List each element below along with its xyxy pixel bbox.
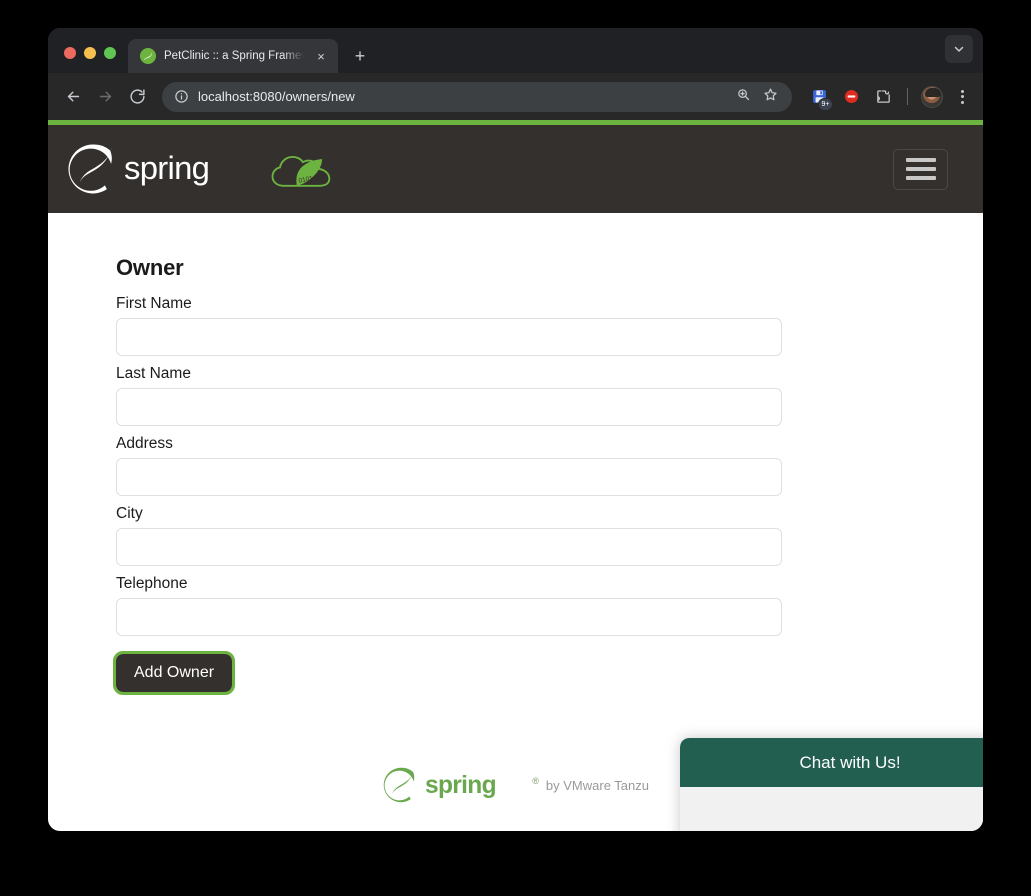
close-tab-button[interactable]: ×	[312, 47, 330, 65]
footer-trademark: ®	[532, 776, 539, 786]
info-circle-icon[interactable]	[174, 89, 189, 104]
close-window-button[interactable]	[64, 47, 76, 59]
spring-leaf-logo	[66, 142, 120, 196]
arrow-right-icon[interactable]	[90, 82, 120, 112]
form-group-address: Address	[116, 435, 983, 496]
chat-widget[interactable]: Chat with Us!	[680, 738, 983, 831]
extensions-puzzle-icon[interactable]	[872, 86, 894, 108]
first-name-input[interactable]	[116, 318, 782, 356]
search-zoom-icon[interactable]	[736, 87, 751, 107]
hamburger-menu-icon[interactable]	[893, 148, 948, 190]
spring-brand-logo[interactable]: spring 0101	[66, 142, 338, 196]
footer-spring-logo: spring ®	[382, 766, 539, 804]
form-group-first-name: First Name	[116, 295, 983, 356]
minimize-window-button[interactable]	[84, 47, 96, 59]
adblock-icon[interactable]	[840, 86, 862, 108]
first-name-label: First Name	[116, 295, 192, 312]
save-extension-badge: 9+	[818, 97, 833, 111]
telephone-input[interactable]	[116, 598, 782, 636]
footer-wordmark: spring	[425, 770, 527, 800]
save-extension-icon[interactable]: 9+	[808, 86, 833, 111]
address-bar[interactable]: localhost:8080/owners/new	[162, 81, 792, 112]
spring-cloud-logo: 0101	[266, 144, 338, 194]
page-viewport: spring 0101 Owner First Name Last Name A…	[48, 120, 983, 831]
form-group-last-name: Last Name	[116, 365, 983, 426]
window-controls	[48, 47, 128, 73]
last-name-label: Last Name	[116, 365, 191, 382]
form-group-telephone: Telephone	[116, 575, 983, 636]
spring-wordmark: spring	[124, 149, 260, 189]
address-label: Address	[116, 435, 173, 452]
svg-text:spring: spring	[425, 772, 496, 799]
svg-text:spring: spring	[124, 149, 209, 186]
arrow-left-icon[interactable]	[58, 82, 88, 112]
browser-tab[interactable]: PetClinic :: a Spring Framewo ×	[128, 39, 338, 73]
add-owner-button[interactable]: Add Owner	[112, 651, 236, 695]
telephone-label: Telephone	[116, 575, 188, 592]
browser-toolbar: localhost:8080/owners/new 9+	[48, 73, 983, 120]
last-name-input[interactable]	[116, 388, 782, 426]
page-title: Owner	[116, 255, 184, 280]
chat-widget-body	[680, 787, 983, 831]
maximize-window-button[interactable]	[104, 47, 116, 59]
toolbar-divider	[907, 88, 908, 105]
footer-attribution: by VMware Tanzu	[545, 777, 649, 793]
tab-title: PetClinic :: a Spring Framewo	[164, 50, 304, 62]
city-input[interactable]	[116, 528, 782, 566]
form-group-city: City	[116, 505, 983, 566]
site-header: spring 0101	[48, 125, 983, 213]
tab-strip: PetClinic :: a Spring Framewo × +	[48, 28, 983, 73]
address-input[interactable]	[116, 458, 782, 496]
form-actions: Add Owner	[112, 651, 983, 695]
spring-leaf-icon	[140, 48, 156, 64]
kebab-menu-icon[interactable]	[953, 86, 971, 108]
browser-window: PetClinic :: a Spring Framewo × + localh…	[48, 28, 983, 831]
reload-icon[interactable]	[122, 82, 152, 112]
avatar[interactable]	[921, 85, 943, 108]
chevron-down-icon[interactable]	[945, 35, 973, 63]
new-tab-button[interactable]: +	[346, 42, 374, 70]
spring-leaf-icon-footer	[382, 766, 420, 804]
owner-form-section: Owner First Name Last Name Address City …	[48, 213, 983, 695]
star-icon[interactable]	[763, 87, 778, 107]
city-label: City	[116, 505, 143, 522]
chat-widget-header[interactable]: Chat with Us!	[680, 738, 983, 787]
url-text: localhost:8080/owners/new	[198, 89, 355, 104]
extension-icons: 9+	[798, 85, 971, 111]
